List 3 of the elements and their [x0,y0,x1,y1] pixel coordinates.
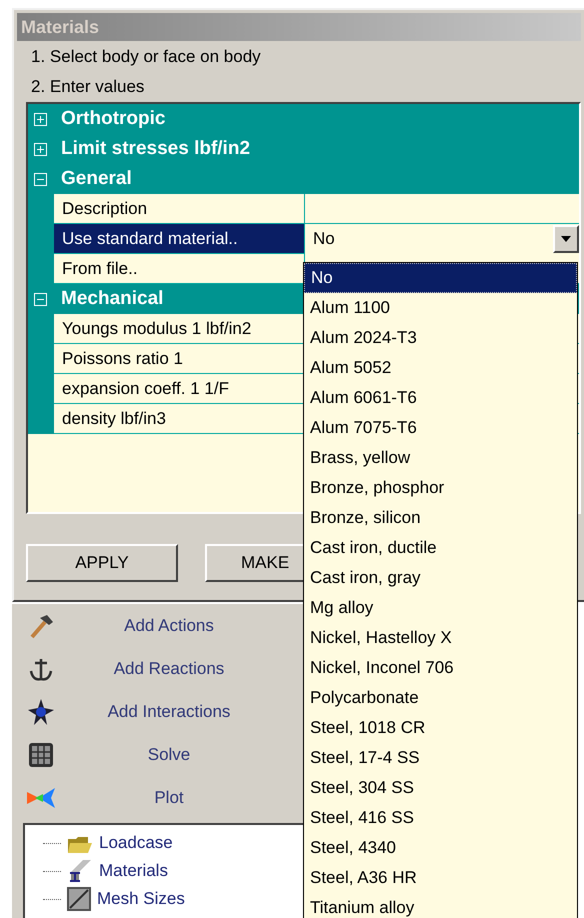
instruction-text: 1. Select body or face on body [31,46,261,68]
instruction-text: 2. Enter values [31,76,144,98]
window-title: Materials [21,16,100,38]
